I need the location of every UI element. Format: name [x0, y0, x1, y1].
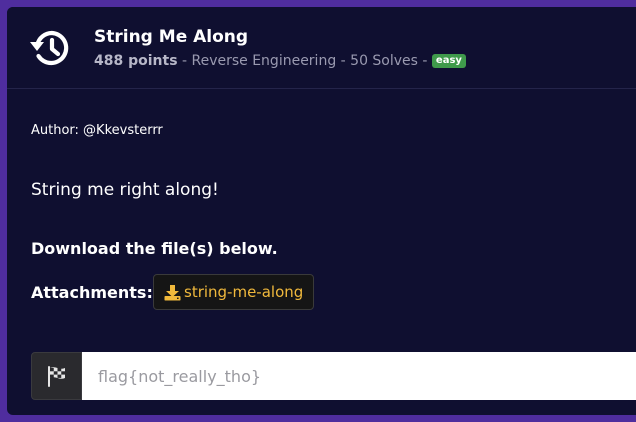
difficulty-badge: easy	[431, 54, 466, 68]
attachments-label: Attachments:	[31, 283, 153, 302]
download-icon	[164, 284, 181, 300]
challenge-description: String me right along!	[31, 180, 219, 200]
attachment-label: string-me-along	[184, 283, 304, 301]
flag-submit-row	[31, 352, 636, 400]
checkered-flag-icon	[47, 366, 65, 387]
challenge-meta: 488 points - Reverse Engineering - 50 So…	[94, 53, 466, 69]
challenge-title: String Me Along	[94, 27, 249, 47]
download-note: Download the file(s) below.	[31, 239, 278, 258]
challenge-panel: String Me Along 488 points - Reverse Eng…	[7, 7, 636, 415]
attachment-download-button[interactable]: string-me-along	[153, 274, 315, 310]
points-value: 488 points	[94, 53, 178, 69]
challenge-header: String Me Along 488 points - Reverse Eng…	[7, 7, 636, 89]
history-icon	[30, 30, 69, 66]
author-line: Author: @Kkevsterrr	[31, 123, 163, 138]
flag-input[interactable]	[82, 352, 636, 400]
category-solves: - Reverse Engineering - 50 Solves -	[177, 53, 432, 69]
flag-addon	[31, 352, 82, 400]
